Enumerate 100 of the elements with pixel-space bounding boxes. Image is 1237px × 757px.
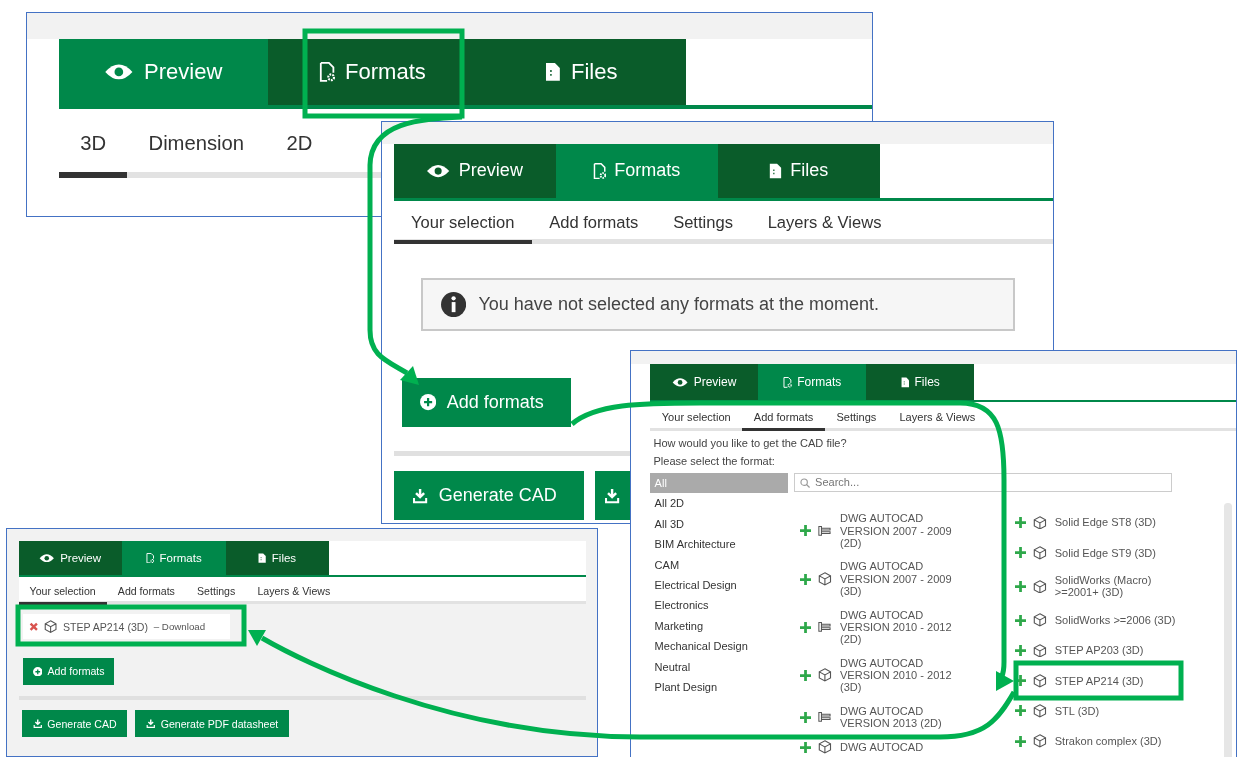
category-item[interactable]: All 3D [650, 513, 789, 534]
cube-icon [43, 619, 58, 634]
plus-icon[interactable] [799, 711, 811, 723]
add-formats-button[interactable]: Add formats [401, 377, 571, 428]
tab[interactable]: Formats [555, 143, 718, 198]
subtab[interactable]: Your selection [650, 402, 743, 431]
subtab[interactable]: 3D [58, 109, 128, 179]
plus-icon[interactable] [1014, 547, 1026, 559]
cube-icon [1033, 704, 1048, 718]
cube-icon [1033, 643, 1048, 658]
subtab[interactable]: Add formats [531, 200, 656, 244]
subtab[interactable]: Add formats [106, 577, 186, 605]
tab[interactable]: Preview [58, 39, 268, 106]
cube-icon [818, 668, 833, 683]
format-name[interactable]: DWG AUTOCAD VERSION 2010 - 2012 (3D) [839, 656, 973, 694]
tab[interactable]: Formats [758, 364, 867, 401]
action-button[interactable] [594, 471, 631, 520]
generate-button[interactable]: Generate PDF datasheet [135, 710, 289, 738]
category-item[interactable]: All 2D [650, 493, 789, 514]
tab[interactable]: Files [717, 143, 880, 198]
file-gear-icon [593, 162, 607, 179]
plus-icon[interactable] [1014, 645, 1026, 656]
tab[interactable]: Preview [650, 364, 759, 401]
subtab[interactable]: Settings [185, 577, 247, 605]
format-name[interactable]: STEP AP203 (3D) [1054, 644, 1199, 657]
plus-circle-icon [32, 666, 43, 677]
plus-icon[interactable] [1014, 614, 1026, 626]
cube-icon [1033, 545, 1048, 560]
file-icon [900, 376, 910, 388]
subtab[interactable]: Settings [655, 200, 751, 244]
plus-icon[interactable] [799, 573, 811, 585]
download-icon [603, 487, 620, 504]
file-gear-icon [145, 552, 155, 563]
tab[interactable]: Files [866, 364, 975, 401]
plus-icon[interactable] [1014, 735, 1026, 747]
format-name[interactable]: DWG AUTOCAD VERSION 2010 - 2012 (2D) [839, 608, 973, 646]
subtab[interactable]: 2D [265, 109, 334, 179]
tab[interactable]: Preview [18, 540, 122, 575]
cube-icon [818, 740, 833, 755]
category-item[interactable]: Electrical Design [650, 574, 789, 596]
download-link[interactable]: – Download [153, 621, 206, 633]
format-name[interactable]: STEP AP214 (3D) [1054, 674, 1199, 687]
cube-icon [1033, 734, 1048, 749]
generate-button[interactable]: Generate CAD [21, 710, 128, 738]
format-name[interactable]: Strakon complex (3D) [1054, 735, 1199, 748]
category-item[interactable]: CAM [650, 554, 789, 575]
format-name[interactable]: SolidWorks (Macro) >=2001+ (3D) [1054, 574, 1199, 599]
subtab[interactable]: Dimension [127, 109, 266, 179]
format-name[interactable]: SolidWorks >=2006 (3D) [1054, 614, 1199, 627]
plus-icon[interactable] [799, 621, 811, 633]
subtab[interactable]: Your selection [393, 200, 532, 244]
format-name[interactable]: STL (3D) [1054, 704, 1199, 718]
cube-icon [1033, 515, 1048, 530]
download-icon [145, 718, 156, 729]
notice-text: You have not selected any formats at the moment. [478, 293, 880, 315]
instruction-text: Please select the format: [653, 454, 775, 467]
category-item[interactable]: Plant Design [650, 676, 789, 698]
format-name[interactable]: Solid Edge ST9 (3D) [1054, 546, 1199, 559]
cube-icon [1033, 673, 1048, 688]
search-field[interactable]: Search... [794, 472, 1172, 493]
tab[interactable]: Files [225, 540, 329, 575]
subtab[interactable]: Settings [824, 402, 888, 431]
scrollbar[interactable] [1224, 502, 1233, 757]
format-name[interactable]: DWG AUTOCAD VERSION 2007 - 2009 (2D) [839, 512, 973, 550]
plus-icon[interactable] [1014, 516, 1026, 528]
format-name: STEP AP214 (3D) [62, 620, 148, 633]
plus-icon[interactable] [799, 525, 811, 537]
cross-icon[interactable] [28, 621, 39, 632]
add-formats-button[interactable]: Add formats [23, 658, 115, 685]
plus-icon[interactable] [1014, 580, 1026, 592]
tab[interactable]: Files [476, 39, 686, 106]
info-icon [440, 291, 466, 317]
tab[interactable]: Formats [267, 39, 477, 106]
plus-icon[interactable] [799, 669, 811, 681]
category-item[interactable]: BIM Architecture [650, 534, 789, 555]
tab[interactable]: Formats [122, 540, 226, 575]
category-item[interactable]: Mechanical Design [650, 636, 789, 657]
file-gear-icon [319, 62, 336, 83]
format-name[interactable]: DWG AUTOCAD [839, 741, 973, 754]
subtab[interactable]: Layers & Views [246, 577, 342, 605]
tab[interactable]: Preview [393, 143, 556, 198]
subtab[interactable]: Your selection [18, 577, 107, 605]
category-item[interactable]: Electronics [650, 595, 789, 616]
subtab[interactable]: Layers & Views [887, 402, 987, 431]
layers-icon [818, 524, 833, 538]
generate-button[interactable]: Generate CAD [393, 471, 584, 520]
format-name[interactable]: Solid Edge ST8 (3D) [1054, 516, 1199, 529]
plus-icon[interactable] [1014, 705, 1026, 717]
category-item[interactable]: Neutral [650, 656, 789, 677]
file-icon [769, 162, 783, 179]
question-text: How would you like to get the CAD file? [653, 436, 847, 449]
category-item[interactable]: Marketing [650, 615, 789, 637]
format-name[interactable]: DWG AUTOCAD VERSION 2007 - 2009 (3D) [839, 560, 973, 598]
plus-icon[interactable] [799, 741, 811, 753]
subtab[interactable]: Add formats [742, 402, 825, 431]
format-name[interactable]: DWG AUTOCAD VERSION 2013 (2D) [839, 704, 973, 730]
eye-icon [672, 376, 689, 388]
subtab[interactable]: Layers & Views [750, 200, 899, 244]
search-icon [800, 478, 811, 489]
layers-icon [818, 710, 833, 724]
